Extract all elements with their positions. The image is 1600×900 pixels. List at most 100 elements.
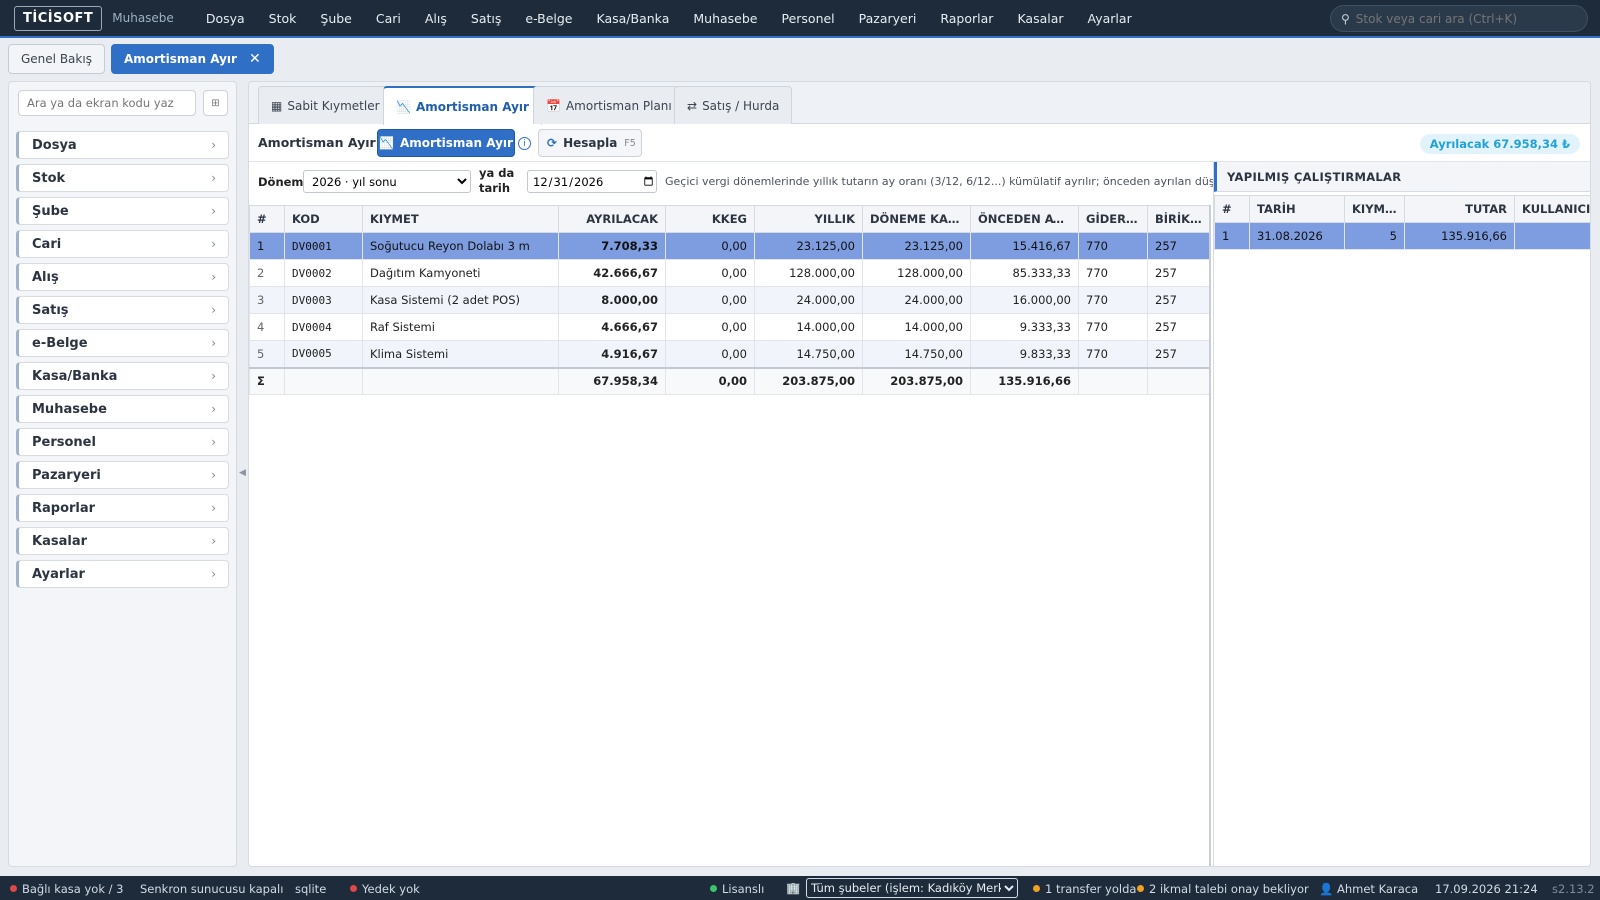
sidebar-item-stok[interactable]: Stok ›: [16, 164, 229, 192]
table-row[interactable]: 5 DV0005 Klima Sistemi 4.916,67 0,00 14.…: [249, 340, 1209, 368]
sidebar-item-muhasebe[interactable]: Muhasebe ›: [16, 395, 229, 423]
cell: Soğutucu Reyon Dolabı 3 m: [362, 232, 559, 260]
sidebar: ⊞ Dosya › Stok › Şube › Cari › Alış › Satış › …: [8, 81, 237, 867]
sidebar-item-kasalar[interactable]: Kasalar ›: [16, 527, 229, 555]
cell: 135.916,66: [970, 366, 1079, 395]
menu-ayarlar[interactable]: Ayarlar: [1088, 11, 1132, 26]
sub-tabs: ▦ Sabit Kıymetler 📉 Amortisman Ayır 📅 Amort…: [249, 82, 1590, 125]
runs-row[interactable]: 1 31.08.2026 5 135.916,66: [1214, 222, 1590, 250]
menu-sube[interactable]: Şube: [320, 11, 351, 26]
collapse-sidebar-icon[interactable]: ◀: [239, 468, 246, 478]
cell: 770: [1078, 313, 1148, 341]
menu-satis[interactable]: Satış: [471, 11, 501, 26]
period-select[interactable]: 2026 · yıl sonu: [303, 170, 471, 193]
sidebar-item-satis[interactable]: Satış ›: [16, 296, 229, 324]
col-header[interactable]: KIYMET: [362, 205, 559, 233]
tab-satis-hurda[interactable]: ⇄ Satış / Hurda: [674, 86, 793, 124]
sidebar-item-pazaryeri[interactable]: Pazaryeri ›: [16, 461, 229, 489]
cell: 1: [249, 232, 285, 260]
cell: 0,00: [665, 286, 755, 314]
sidebar-item-cari[interactable]: Cari ›: [16, 230, 229, 258]
table-row[interactable]: 3 DV0003 Kasa Sistemi (2 adet POS) 8.000…: [249, 286, 1209, 314]
status-sync: Senkron sunucusu kapalı: [140, 882, 284, 896]
sidebar-item-kasa-banka[interactable]: Kasa/Banka ›: [16, 362, 229, 390]
col-header[interactable]: DÖNEME KADAR: [862, 205, 971, 233]
tab-sabit-kiymetler[interactable]: ▦ Sabit Kıymetler: [258, 86, 393, 124]
cell: 4.666,67: [558, 313, 666, 341]
chevron-right-icon: ›: [211, 402, 216, 416]
date-input[interactable]: [527, 170, 657, 193]
col-header[interactable]: TUTAR: [1404, 195, 1515, 223]
app-logo[interactable]: TİCİSOFT: [14, 5, 103, 31]
grid-icon[interactable]: ⊞: [203, 90, 228, 116]
menu-dosya[interactable]: Dosya: [206, 11, 245, 26]
chart-down-icon: 📉: [396, 99, 411, 114]
button-label: Hesapla: [563, 136, 618, 150]
cell: 4.916,67: [558, 340, 666, 368]
tab-label: Amortisman Ayır: [415, 99, 529, 114]
tab-genel-bakis[interactable]: Genel Bakış: [8, 44, 105, 74]
chevron-right-icon: ›: [211, 567, 216, 581]
red-dot-icon: [10, 885, 17, 892]
status-bar: Bağlı kasa yok / 3 Senkron sunucusu kapa…: [0, 876, 1600, 900]
sidebar-search-input[interactable]: [18, 90, 196, 116]
col-header[interactable]: #: [1214, 195, 1250, 223]
cell: 4: [249, 313, 285, 341]
cell: 128.000,00: [862, 259, 971, 287]
totals-row: Σ 67.958,34 0,00 203.875,00 203.875,00 1…: [249, 366, 1209, 395]
col-header[interactable]: TARİH: [1249, 195, 1345, 223]
cell: Dağıtım Kamyoneti: [362, 259, 559, 287]
runs-panel-title: YAPILMIŞ ÇALIŞTIRMALAR: [1214, 162, 1590, 192]
cell: 5: [1344, 222, 1405, 250]
cell: DV0003: [284, 286, 363, 314]
tab-amortisman-plani[interactable]: 📅 Amortisman Planı: [533, 86, 685, 124]
menu-pazaryeri[interactable]: Pazaryeri: [859, 11, 917, 26]
col-header[interactable]: AYRILACAK: [558, 205, 666, 233]
status-user[interactable]: 👤 Ahmet Karaca: [1319, 882, 1418, 896]
menu-stok[interactable]: Stok: [269, 11, 297, 26]
sidebar-item-raporlar[interactable]: Raporlar ›: [16, 494, 229, 522]
sidebar-item-label: Kasa/Banka: [32, 368, 118, 384]
menu-muhasebe[interactable]: Muhasebe: [693, 11, 757, 26]
orange-dot-icon: [1033, 885, 1040, 892]
col-header[interactable]: KOD: [284, 205, 363, 233]
sidebar-item-label: Raporlar: [32, 500, 96, 516]
table-row[interactable]: 1 DV0001 Soğutucu Reyon Dolabı 3 m 7.708…: [249, 232, 1209, 260]
status-supply[interactable]: 2 ikmal talebi onay bekliyor: [1137, 882, 1309, 896]
col-header[interactable]: KIYMET SAYISI: [1344, 195, 1405, 223]
col-header[interactable]: KULLANICI: [1514, 195, 1590, 223]
menu-kasalar[interactable]: Kasalar: [1017, 11, 1063, 26]
global-search-input[interactable]: [1355, 11, 1566, 26]
sidebar-item-personel[interactable]: Personel ›: [16, 428, 229, 456]
tab-amortisman-ayir-sub[interactable]: 📉 Amortisman Ayır: [383, 86, 542, 125]
branch-select[interactable]: Tüm şubeler (işlem: Kadıköy Merkez): [806, 878, 1018, 898]
sidebar-item-e-belge[interactable]: e-Belge ›: [16, 329, 229, 357]
close-icon[interactable]: ✕: [249, 51, 261, 67]
global-search[interactable]: ⚲: [1330, 5, 1588, 32]
menu-kasa-banka[interactable]: Kasa/Banka: [597, 11, 670, 26]
tab-amortisman-ayir[interactable]: Amortisman Ayır ✕: [110, 44, 274, 74]
sidebar-item-alis[interactable]: Alış ›: [16, 263, 229, 291]
col-header[interactable]: KKEG: [665, 205, 755, 233]
table-row[interactable]: 2 DV0002 Dağıtım Kamyoneti 42.666,67 0,0…: [249, 259, 1209, 287]
status-transfer[interactable]: 1 transfer yolda: [1033, 882, 1136, 896]
hesapla-button[interactable]: ⟳ Hesapla F5: [538, 129, 642, 157]
amortisman-ayir-button[interactable]: 📉 Amortisman Ayır: [377, 129, 515, 157]
col-header[interactable]: #: [249, 205, 285, 233]
sidebar-item-ayarlar[interactable]: Ayarlar ›: [16, 560, 229, 588]
menu-cari[interactable]: Cari: [376, 11, 401, 26]
sidebar-item-dosya[interactable]: Dosya ›: [16, 131, 229, 159]
col-header[interactable]: YILLIK: [754, 205, 863, 233]
sidebar-item-sube[interactable]: Şube ›: [16, 197, 229, 225]
runs-panel: YAPILMIŞ ÇALIŞTIRMALAR # TARİH KIYMET SA…: [1213, 162, 1590, 866]
menu-e-belge[interactable]: e-Belge: [525, 11, 572, 26]
menu-personel[interactable]: Personel: [781, 11, 834, 26]
menu-raporlar[interactable]: Raporlar: [940, 11, 993, 26]
col-header[interactable]: BİRİKMİŞ AMORTİSMAN: [1147, 205, 1209, 233]
col-header[interactable]: ÖNCEDEN AYRILAN: [970, 205, 1079, 233]
info-icon[interactable]: i: [518, 137, 531, 150]
table-row[interactable]: 4 DV0004 Raf Sistemi 4.666,67 0,00 14.00…: [249, 313, 1209, 341]
menu-alis[interactable]: Alış: [425, 11, 447, 26]
chevron-right-icon: ›: [211, 237, 216, 251]
col-header[interactable]: GİDER HESABI: [1078, 205, 1148, 233]
